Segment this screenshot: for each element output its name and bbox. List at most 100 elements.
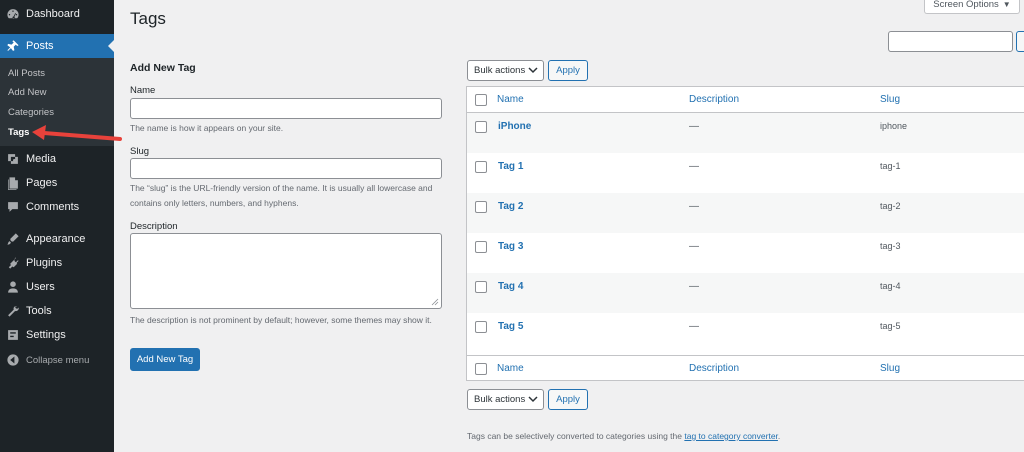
bulk-actions-label: Bulk actions	[474, 65, 526, 76]
menu-item-users[interactable]: Users	[0, 275, 114, 299]
pages-icon	[0, 176, 26, 190]
menu-label-users: Users	[26, 281, 55, 293]
bulk-actions-select-bottom[interactable]: Bulk actions	[467, 389, 544, 410]
tag-name-link[interactable]: Tag 2	[498, 201, 523, 212]
tag-slug: tag-2	[880, 201, 901, 211]
description-help-text: The description is not prominent by defa…	[130, 315, 432, 325]
description-label: Description	[130, 221, 178, 232]
table-row: iPhone — iphone	[467, 113, 1024, 153]
menu-item-dashboard[interactable]: Dashboard	[0, 2, 114, 26]
row-checkbox[interactable]	[475, 241, 487, 253]
column-footer-slug[interactable]: Slug	[880, 363, 900, 374]
select-all-checkbox[interactable]	[475, 94, 487, 106]
comments-icon	[0, 200, 26, 214]
collapse-menu-button[interactable]: Collapse menu	[0, 348, 114, 372]
tag-description: —	[689, 121, 699, 132]
row-checkbox[interactable]	[475, 321, 487, 333]
row-checkbox[interactable]	[475, 281, 487, 293]
menu-label-media: Media	[26, 153, 56, 165]
current-menu-pointer	[108, 40, 114, 52]
tag-name-link[interactable]: Tag 5	[498, 321, 523, 332]
menu-item-settings[interactable]: Settings	[0, 323, 114, 347]
column-footer-description[interactable]: Description	[689, 363, 739, 374]
page-title: Tags	[130, 9, 166, 28]
bulk-actions-select-top[interactable]: Bulk actions	[467, 60, 544, 81]
tools-icon	[0, 304, 26, 318]
tag-name-link[interactable]: Tag 4	[498, 281, 523, 292]
row-checkbox[interactable]	[475, 201, 487, 213]
tag-description: —	[689, 241, 699, 252]
column-header-description[interactable]: Description	[689, 94, 739, 105]
menu-item-pages[interactable]: Pages	[0, 171, 114, 195]
menu-item-appearance[interactable]: Appearance	[0, 227, 114, 251]
tag-name-link[interactable]: Tag 1	[498, 161, 523, 172]
menu-item-tools[interactable]: Tools	[0, 299, 114, 323]
submenu-tags[interactable]: Tags	[8, 127, 29, 138]
annotation-arrow-icon	[32, 125, 122, 141]
search-tags-button[interactable]	[1016, 31, 1024, 52]
menu-item-plugins[interactable]: Plugins	[0, 251, 114, 275]
menu-label-tools: Tools	[26, 305, 52, 317]
table-row: Tag 3 — tag-3	[467, 233, 1024, 273]
apply-button-top[interactable]: Apply	[548, 60, 588, 81]
tag-description: —	[689, 321, 699, 332]
menu-item-media[interactable]: Media	[0, 147, 114, 171]
column-footer-name[interactable]: Name	[497, 363, 524, 374]
tag-description: —	[689, 201, 699, 212]
tag-name-input[interactable]	[130, 98, 442, 119]
menu-label-settings: Settings	[26, 329, 66, 341]
menu-item-comments[interactable]: Comments	[0, 195, 114, 219]
caret-down-icon: ▼	[1002, 0, 1011, 9]
slug-help-text: The “slug” is the URL-friendly version o…	[130, 183, 433, 208]
submenu-categories[interactable]: Categories	[8, 107, 54, 118]
tag-slug: iphone	[880, 121, 908, 131]
slug-label: Slug	[130, 146, 150, 157]
menu-label-pages: Pages	[26, 177, 58, 189]
collapse-menu-label: Collapse menu	[26, 354, 90, 366]
plugins-icon	[0, 256, 26, 270]
resize-grip-icon[interactable]	[431, 298, 439, 306]
tag-slug-input[interactable]	[130, 158, 442, 179]
table-row: Tag 1 — tag-1	[467, 153, 1024, 193]
apply-button-bottom[interactable]: Apply	[548, 389, 588, 410]
table-row: Tag 5 — tag-5	[467, 313, 1024, 353]
name-help-text: The name is how it appears on your site.	[130, 123, 284, 133]
dashboard-icon	[0, 7, 26, 21]
chevron-down-icon	[528, 67, 538, 74]
tag-slug: tag-4	[880, 281, 901, 291]
menu-item-posts[interactable]: Posts	[0, 34, 114, 58]
chevron-down-icon	[528, 396, 538, 403]
select-all-checkbox-footer[interactable]	[475, 363, 487, 375]
row-checkbox[interactable]	[475, 121, 487, 133]
pin-icon	[0, 39, 26, 53]
submenu-all-posts[interactable]: All Posts	[8, 68, 45, 79]
converter-note-text: Tags can be selectively converted to cat…	[467, 431, 685, 441]
submenu-add-new[interactable]: Add New	[8, 87, 47, 98]
name-label: Name	[130, 85, 156, 96]
search-tags-input[interactable]	[888, 31, 1013, 52]
collapse-icon	[0, 353, 26, 367]
tag-name-link[interactable]: iPhone	[498, 121, 531, 132]
table-footer-row: Name Description Slug	[467, 355, 1024, 381]
tags-table: Name Description Slug iPhone — iphone Ta…	[466, 86, 1024, 381]
menu-label-plugins: Plugins	[26, 257, 63, 269]
appearance-icon	[0, 232, 26, 246]
screen-options-label: Screen Options	[933, 0, 999, 10]
users-icon	[0, 280, 26, 294]
screen-options-button[interactable]: Screen Options ▼	[924, 0, 1020, 14]
tag-description-textarea[interactable]	[130, 233, 442, 309]
tag-name-link[interactable]: Tag 3	[498, 241, 523, 252]
menu-label-comments: Comments	[26, 201, 80, 213]
converter-note: Tags can be selectively converted to cat…	[467, 431, 780, 441]
row-checkbox[interactable]	[475, 161, 487, 173]
table-row: Tag 4 — tag-4	[467, 273, 1024, 313]
add-tag-form-title: Add New Tag	[130, 62, 196, 74]
media-icon	[0, 152, 26, 166]
menu-label-dashboard: Dashboard	[26, 8, 80, 20]
menu-label-appearance: Appearance	[26, 233, 86, 245]
column-header-slug[interactable]: Slug	[880, 94, 900, 105]
column-header-name[interactable]: Name	[497, 94, 524, 105]
tag-to-category-converter-link[interactable]: tag to category converter	[684, 431, 778, 441]
tag-description: —	[689, 161, 699, 172]
add-new-tag-button[interactable]: Add New Tag	[130, 348, 200, 371]
